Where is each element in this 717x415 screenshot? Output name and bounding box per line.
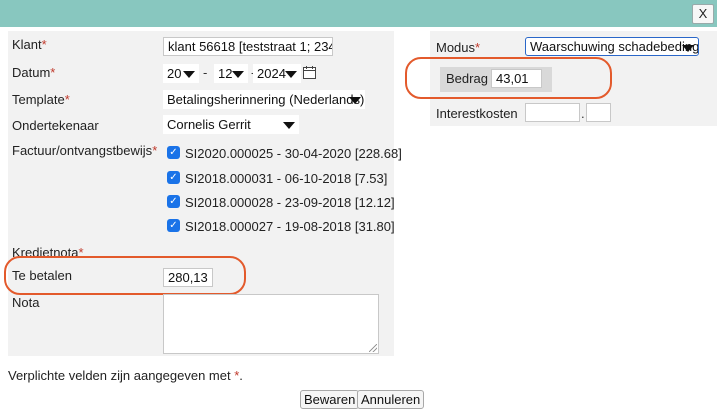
nota-label: Nota bbox=[12, 295, 40, 310]
datum-year-select[interactable]: 2024 bbox=[253, 64, 301, 83]
calendar-icon[interactable] bbox=[303, 66, 316, 79]
factuur-label: Factuur/ontvangstbewijs* bbox=[12, 143, 158, 158]
interestkosten-integer-input[interactable] bbox=[525, 103, 580, 122]
invoice-checkbox[interactable]: ✓ bbox=[167, 195, 180, 208]
invoice-checkbox[interactable]: ✓ bbox=[167, 171, 180, 184]
resize-handle-icon[interactable] bbox=[369, 344, 377, 352]
ondertekenaar-label: Ondertekenaar bbox=[12, 118, 99, 133]
required-marker: * bbox=[41, 37, 47, 52]
modus-label: Modus* bbox=[436, 40, 481, 55]
dialog-titlebar: X bbox=[0, 0, 717, 27]
bedrag-highlight bbox=[405, 57, 612, 99]
decimal-separator: . bbox=[581, 106, 585, 121]
invoice-item-label: SI2020.000025 - 30-04-2020 [228.68] bbox=[185, 146, 402, 161]
datum-day-select[interactable]: 20 bbox=[163, 64, 199, 83]
klant-label: Klant* bbox=[12, 37, 47, 52]
required-fields-note: Verplichte velden zijn aangegeven met *. bbox=[8, 368, 243, 383]
invoice-checkbox[interactable]: ✓ bbox=[167, 146, 180, 159]
date-separator: - bbox=[203, 65, 208, 80]
invoice-item-label: SI2018.000031 - 06-10-2018 [7.53] bbox=[185, 171, 388, 186]
invoice-item-label: SI2018.000028 - 23-09-2018 [12.12] bbox=[185, 195, 395, 210]
invoice-checkbox[interactable]: ✓ bbox=[167, 219, 180, 232]
klant-input[interactable]: klant 56618 [teststraat 1; 2340 bbox=[163, 37, 333, 56]
te-betalen-highlight bbox=[4, 256, 246, 295]
required-marker: * bbox=[152, 143, 158, 158]
template-label: Template* bbox=[12, 92, 70, 107]
interestkosten-label: Interestkosten bbox=[436, 106, 518, 121]
ondertekenaar-select[interactable]: Cornelis Gerrit bbox=[163, 115, 299, 134]
nota-textarea[interactable] bbox=[163, 294, 379, 354]
save-button[interactable]: Bewaren bbox=[300, 390, 360, 409]
datum-month-select[interactable]: 12 bbox=[214, 64, 248, 83]
close-button[interactable]: X bbox=[692, 4, 714, 24]
datum-label: Datum* bbox=[12, 65, 56, 80]
template-select[interactable]: Betalingsherinnering (Nederlands) bbox=[163, 90, 365, 109]
required-marker: * bbox=[64, 92, 70, 107]
interestkosten-decimal-input[interactable] bbox=[586, 103, 611, 122]
required-marker: * bbox=[475, 40, 481, 55]
modus-select[interactable]: Waarschuwing schadebeding bbox=[525, 37, 699, 56]
invoice-item-label: SI2018.000027 - 19-08-2018 [31.80] bbox=[185, 219, 395, 234]
cancel-button[interactable]: Annuleren bbox=[357, 390, 425, 409]
required-marker: * bbox=[50, 65, 56, 80]
